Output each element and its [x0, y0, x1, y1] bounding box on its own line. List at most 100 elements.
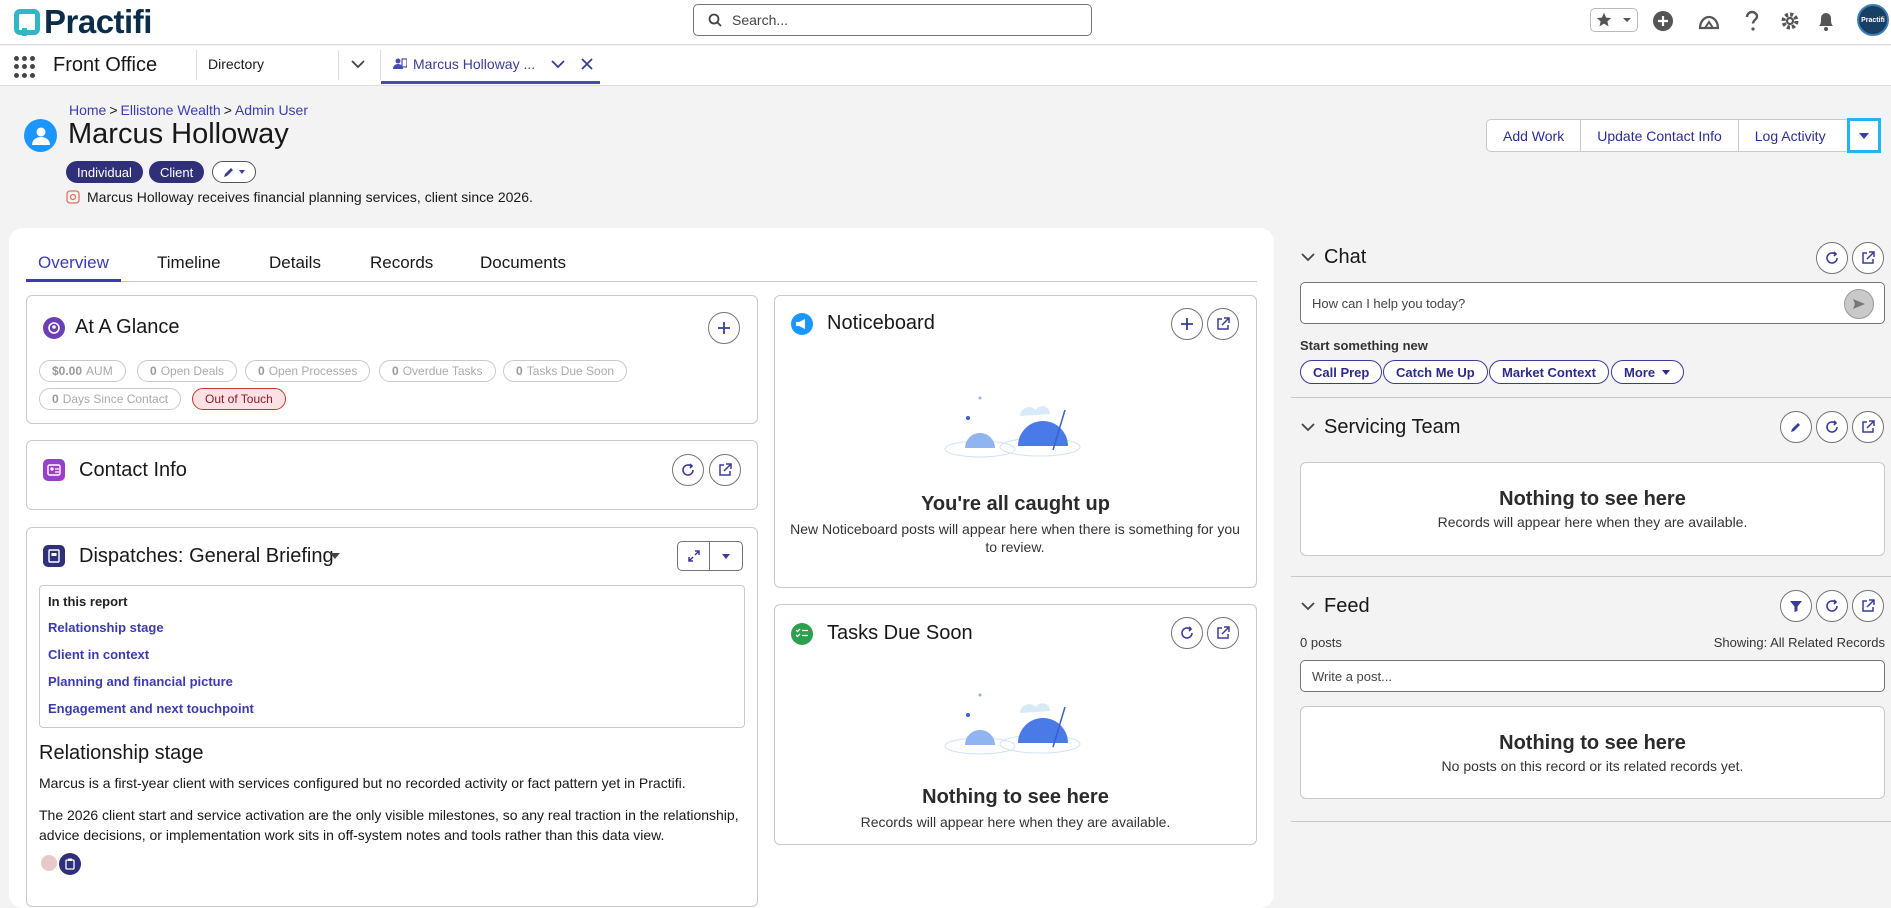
nav-menu-chevron-down-icon[interactable]	[351, 59, 365, 69]
person-icon	[24, 119, 57, 152]
feed-empty-sub: No posts on this record or its related r…	[1441, 758, 1744, 774]
chat-input[interactable]: How can I help you today?	[1300, 282, 1885, 324]
open-chat-button[interactable]	[1852, 242, 1884, 274]
chevron-down-icon	[1859, 132, 1869, 139]
chevron-down-icon	[1623, 18, 1631, 22]
feedback-avatar[interactable]	[39, 853, 59, 873]
refresh-tasks-button[interactable]	[1171, 617, 1203, 649]
tab-records[interactable]: Records	[370, 253, 433, 273]
chevron-down-icon	[722, 553, 730, 559]
plus-icon	[718, 322, 730, 334]
external-link-icon	[1217, 626, 1230, 639]
help-icon[interactable]	[1740, 9, 1764, 33]
open-feed-button[interactable]	[1852, 590, 1884, 622]
trailhead-icon[interactable]	[1697, 9, 1721, 33]
add-glance-button[interactable]	[708, 312, 740, 344]
refresh-chat-button[interactable]	[1816, 242, 1848, 274]
feed-post-count: 0 posts	[1300, 635, 1342, 650]
servicing-team-title: Servicing Team	[1324, 416, 1461, 438]
tasks-icon	[791, 623, 813, 645]
at-a-glance-title: At A Glance	[75, 316, 180, 338]
servicing-empty-title: Nothing to see here	[1499, 488, 1686, 510]
contact-card-icon	[43, 459, 65, 481]
gear-icon[interactable]	[1778, 9, 1802, 33]
breadcrumb-ellistone-wealth[interactable]: Ellistone Wealth	[121, 102, 221, 118]
practifi-logo[interactable]: Practifi	[14, 3, 152, 40]
tab-overview[interactable]: Overview	[38, 253, 109, 273]
tag-individual: Individual	[66, 161, 143, 183]
tab-label: Marcus Holloway ...	[413, 55, 536, 72]
chip-call-prep[interactable]: Call Prep	[1300, 360, 1383, 384]
contact-tab-icon	[393, 57, 407, 69]
external-link-icon	[1862, 251, 1875, 264]
briefing-chevron-down-icon[interactable]	[329, 552, 341, 560]
metric-aum: $0.00 AUM	[39, 360, 126, 382]
breadcrumb-home[interactable]: Home	[69, 102, 106, 118]
open-noticeboard-button[interactable]	[1207, 308, 1239, 340]
search-input[interactable]: Search...	[732, 12, 788, 28]
briefing-select[interactable]: General Briefing	[189, 545, 334, 567]
tab-timeline[interactable]: Timeline	[157, 253, 221, 273]
refresh-feed-button[interactable]	[1816, 590, 1848, 622]
paragraph-1: Marcus is a first-year client with servi…	[39, 775, 686, 791]
feed-showing-filter[interactable]: Showing: All Related Records	[1600, 635, 1885, 650]
refresh-icon	[1826, 251, 1838, 264]
refresh-contact-button[interactable]	[672, 454, 704, 486]
contact-info-title: Contact Info	[79, 459, 187, 481]
tab-documents[interactable]: Documents	[480, 253, 566, 273]
tab-chevron-down-icon[interactable]	[551, 59, 565, 69]
update-contact-info-button[interactable]: Update Contact Info	[1581, 120, 1739, 151]
add-notice-button[interactable]	[1171, 308, 1203, 340]
add-work-button[interactable]: Add Work	[1487, 120, 1582, 151]
edit-tags-button[interactable]	[212, 161, 256, 183]
expand-button[interactable]	[678, 542, 711, 570]
sparkle-icon	[66, 190, 80, 204]
bell-icon[interactable]	[1814, 9, 1838, 33]
collapse-chat-chevron-icon[interactable]	[1301, 252, 1315, 262]
toc-link-relationship-stage[interactable]: Relationship stage	[48, 620, 164, 635]
open-tasks-button[interactable]	[1207, 617, 1239, 649]
chip-more[interactable]: More	[1611, 360, 1685, 384]
tab-marcus-holloway[interactable]: Marcus Holloway ...	[381, 46, 600, 84]
nav-item-directory[interactable]: Directory	[208, 56, 264, 72]
tab-details[interactable]: Details	[269, 253, 321, 273]
chip-market-context[interactable]: Market Context	[1489, 360, 1609, 384]
breadcrumb-admin-user[interactable]: Admin User	[235, 102, 308, 118]
metric-overdue-tasks: 0 Overdue Tasks	[379, 360, 496, 382]
filter-feed-button[interactable]	[1780, 590, 1812, 622]
edit-servicing-button[interactable]	[1780, 411, 1812, 443]
post-input[interactable]: Write a post...	[1300, 660, 1885, 692]
send-button[interactable]	[1844, 289, 1874, 319]
noticeboard-title: Noticeboard	[827, 312, 935, 334]
refresh-servicing-button[interactable]	[1816, 411, 1848, 443]
global-actions-icon[interactable]	[1651, 9, 1675, 33]
open-contact-button[interactable]	[709, 454, 741, 486]
metric-tasks-due-soon: 0 Tasks Due Soon	[503, 360, 628, 382]
more-actions-button[interactable]	[1847, 118, 1881, 153]
app-nav-bar: Front Office Directory Marcus Holloway .…	[0, 46, 1891, 86]
external-link-icon	[1217, 317, 1230, 330]
favorites-button[interactable]	[1590, 8, 1638, 32]
toc-link-engagement[interactable]: Engagement and next touchpoint	[48, 701, 254, 716]
collapse-servicing-chevron-icon[interactable]	[1301, 422, 1315, 432]
close-icon[interactable]	[581, 57, 593, 70]
empty-state-illustration	[940, 683, 1100, 763]
clipboard-icon[interactable]	[59, 853, 81, 875]
dispatches-icon	[43, 545, 65, 567]
megaphone-icon	[791, 313, 813, 335]
user-avatar[interactable]: Practifi	[1857, 4, 1889, 36]
dispatches-title: Dispatches: General Briefing	[79, 545, 334, 567]
refresh-icon	[1826, 599, 1838, 612]
app-launcher-icon[interactable]	[14, 56, 36, 78]
toc-link-client-in-context[interactable]: Client in context	[48, 647, 149, 662]
refresh-icon	[682, 463, 694, 476]
global-search[interactable]: Search...	[693, 4, 1092, 36]
open-servicing-button[interactable]	[1852, 411, 1884, 443]
dispatch-menu-button[interactable]	[710, 542, 742, 570]
feed-empty-title: Nothing to see here	[1499, 732, 1686, 754]
toc-link-planning[interactable]: Planning and financial picture	[48, 674, 233, 689]
collapse-feed-chevron-icon[interactable]	[1301, 601, 1315, 611]
chip-catch-me-up[interactable]: Catch Me Up	[1383, 360, 1488, 384]
metric-days-since-contact: 0 Days Since Contact	[39, 388, 182, 410]
plus-icon	[1181, 318, 1193, 330]
